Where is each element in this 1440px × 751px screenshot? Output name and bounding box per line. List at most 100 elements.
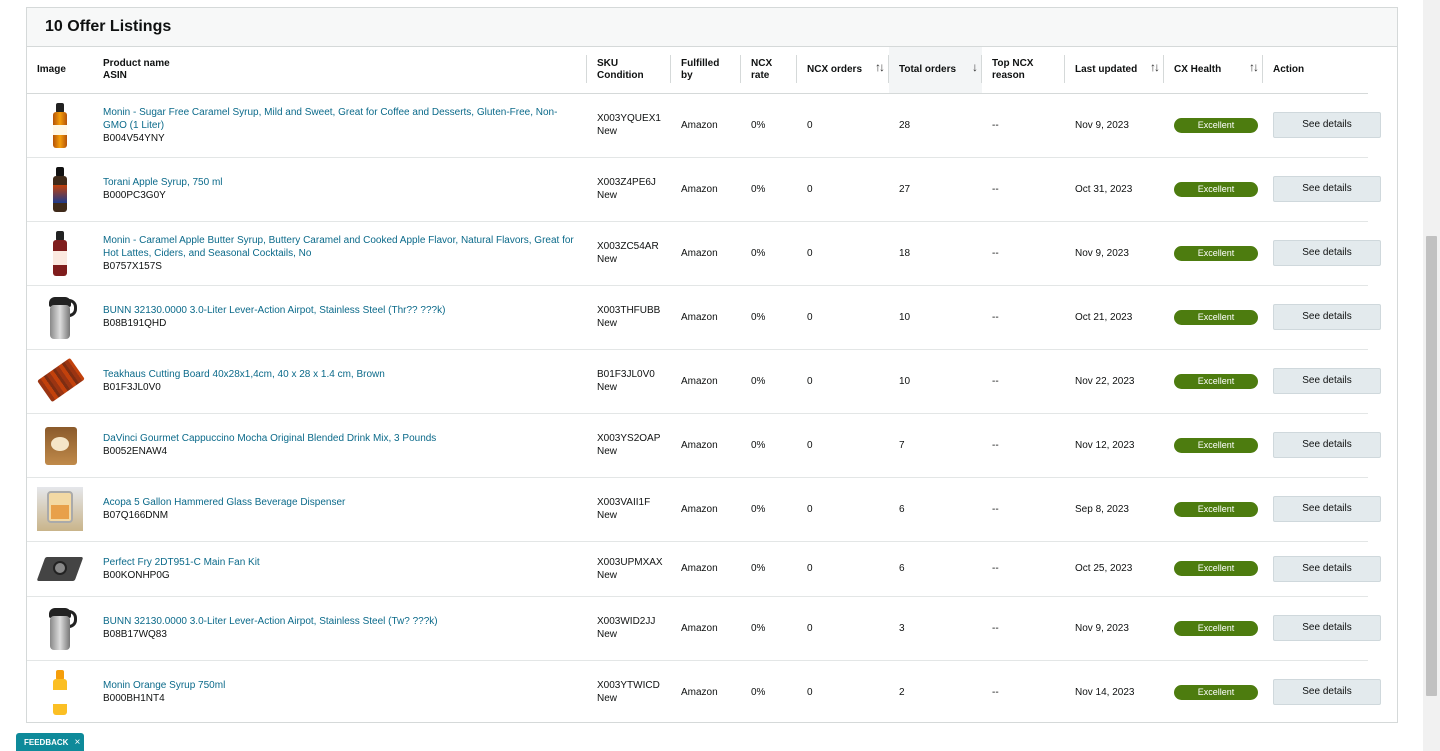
total-orders-cell: 6 bbox=[889, 541, 982, 597]
col-sku: SKU Condition bbox=[587, 47, 671, 94]
col-top-ncx-reason: Top NCX reason bbox=[982, 47, 1065, 94]
fulfilled-by-cell: Amazon bbox=[671, 93, 741, 158]
sku-text: X003Z4PE6J bbox=[597, 177, 656, 188]
total-orders-cell: 27 bbox=[889, 157, 982, 222]
see-details-button[interactable]: See details bbox=[1273, 112, 1381, 138]
total-orders-cell: 10 bbox=[889, 285, 982, 350]
sku-cell: X003YQUEX1 New bbox=[587, 93, 671, 158]
ncx-orders-cell: 0 bbox=[807, 686, 813, 698]
syrup-bottle-red-icon[interactable] bbox=[37, 229, 83, 277]
asin-text: B08B191QHD bbox=[103, 318, 167, 329]
action-cell: See details bbox=[1263, 477, 1381, 542]
sku-text: X003YQUEX1 bbox=[597, 113, 661, 124]
cx-health-cell: Excellent bbox=[1164, 349, 1263, 414]
product-name-link[interactable]: BUNN 32130.0000 3.0-Liter Lever-Action A… bbox=[103, 615, 577, 628]
scrollbar-thumb[interactable] bbox=[1426, 236, 1437, 696]
close-icon[interactable]: × bbox=[74, 737, 80, 748]
see-details-button[interactable]: See details bbox=[1273, 240, 1381, 266]
product-name-link[interactable]: DaVinci Gourmet Cappuccino Mocha Origina… bbox=[103, 432, 577, 445]
see-details-button[interactable]: See details bbox=[1273, 555, 1381, 582]
col-ncx-orders[interactable]: NCX orders ↑↓ bbox=[797, 47, 889, 94]
action-cell: See details bbox=[1263, 596, 1381, 661]
ncx-rate-cell: 0% bbox=[741, 349, 797, 414]
asin-text: B0757X157S bbox=[103, 260, 162, 272]
table-row: Monin - Caramel Apple Butter Syrup, Butt… bbox=[27, 221, 1440, 286]
see-details-button[interactable]: See details bbox=[1273, 368, 1381, 394]
offer-listings-table: Image Product name ASIN SKU Condition Fu… bbox=[27, 47, 1440, 724]
product-name-link[interactable]: Monin Orange Syrup 750ml bbox=[103, 679, 577, 692]
table-row: Monin - Sugar Free Caramel Syrup, Mild a… bbox=[27, 93, 1440, 158]
table-row: Monin Orange Syrup 750ml B000BH1NT4 X003YT… bbox=[27, 660, 1440, 724]
beverage-dispenser-icon[interactable] bbox=[37, 485, 83, 533]
drink-mix-bag-icon[interactable] bbox=[37, 421, 83, 469]
syrup-bottle-orange-icon[interactable] bbox=[37, 668, 83, 716]
cx-health-cell: Excellent bbox=[1164, 221, 1263, 286]
airpot-icon[interactable] bbox=[37, 604, 83, 652]
col-cx-health[interactable]: CX Health ↑↓ bbox=[1164, 47, 1263, 94]
sort-arrows-icon[interactable]: ↑↓ bbox=[875, 61, 885, 73]
syrup-bottle-amber-icon[interactable] bbox=[37, 101, 83, 149]
last-updated-cell: Oct 25, 2023 bbox=[1065, 541, 1164, 597]
col-last-updated[interactable]: Last updated ↑↓ bbox=[1065, 47, 1164, 94]
product-cell: Perfect Fry 2DT951-C Main Fan Kit B00KONH… bbox=[93, 541, 587, 597]
see-details-button[interactable]: See details bbox=[1273, 176, 1381, 202]
sort-arrows-icon[interactable]: ↑↓ bbox=[1249, 61, 1259, 73]
product-name-link[interactable]: Acopa 5 Gallon Hammered Glass Beverage D… bbox=[103, 496, 577, 509]
fan-kit-icon[interactable] bbox=[36, 545, 84, 593]
sku-text: X003UPMXAX bbox=[597, 556, 663, 568]
product-cell: Monin - Caramel Apple Butter Syrup, Butt… bbox=[93, 221, 587, 286]
ncx-rate-cell: 0% bbox=[741, 541, 797, 597]
feedback-tab[interactable]: FEEDBACK × bbox=[16, 733, 84, 751]
product-name-link[interactable]: Torani Apple Syrup, 750 ml bbox=[103, 176, 577, 189]
vertical-scrollbar[interactable] bbox=[1423, 0, 1440, 751]
last-updated-cell: Oct 31, 2023 bbox=[1065, 157, 1164, 222]
top-ncx-reason-cell: -- bbox=[982, 93, 1065, 158]
cx-health-cell: Excellent bbox=[1164, 285, 1263, 350]
ncx-orders-cell: 0 bbox=[797, 221, 889, 286]
asin-text: B0052ENAW4 bbox=[103, 446, 168, 457]
see-details-button[interactable]: See details bbox=[1273, 432, 1381, 458]
product-cell: BUNN 32130.0000 3.0-Liter Lever-Action A… bbox=[93, 285, 587, 350]
cutting-board-icon[interactable] bbox=[37, 357, 85, 405]
see-details-button[interactable]: See details bbox=[1273, 496, 1381, 522]
see-details-button[interactable]: See details bbox=[1273, 615, 1381, 641]
see-details-button[interactable]: See details bbox=[1273, 304, 1381, 330]
product-name-link[interactable]: BUNN 32130.0000 3.0-Liter Lever-Action A… bbox=[103, 304, 577, 317]
feedback-label[interactable]: FEEDBACK bbox=[24, 738, 68, 747]
product-name-link[interactable]: Teakhaus Cutting Board 40x28x1,4cm, 40 x… bbox=[103, 368, 577, 381]
see-details-button[interactable]: See details bbox=[1273, 679, 1381, 706]
action-cell: See details bbox=[1263, 413, 1381, 478]
syrup-bottle-dark-icon[interactable] bbox=[37, 165, 83, 213]
top-ncx-reason-cell: -- bbox=[982, 541, 1065, 597]
fulfilled-by-cell: Amazon bbox=[681, 686, 718, 698]
panel-title: 10 Offer Listings bbox=[45, 18, 172, 35]
top-ncx-reason-cell: -- bbox=[982, 596, 1065, 661]
status-badge: Excellent bbox=[1174, 373, 1258, 389]
ncx-rate-cell: 0% bbox=[741, 157, 797, 222]
sku-cell: X003THFUBB New bbox=[587, 285, 671, 350]
total-orders-cell: 7 bbox=[889, 413, 982, 478]
col-total-orders[interactable]: Total orders ↓ bbox=[889, 47, 982, 94]
fulfilled-by-cell: Amazon bbox=[671, 477, 741, 542]
total-orders-cell: 3 bbox=[889, 596, 982, 661]
action-cell: See details bbox=[1263, 157, 1381, 222]
status-badge: Excellent bbox=[1174, 245, 1258, 261]
table-header-row: Image Product name ASIN SKU Condition Fu… bbox=[27, 47, 1440, 94]
ncx-orders-cell: 0 bbox=[797, 541, 889, 597]
product-cell: BUNN 32130.0000 3.0-Liter Lever-Action A… bbox=[93, 596, 587, 661]
product-name-link[interactable]: Monin - Sugar Free Caramel Syrup, Mild a… bbox=[103, 106, 577, 132]
product-cell: Acopa 5 Gallon Hammered Glass Beverage D… bbox=[93, 477, 587, 542]
product-name-link[interactable]: Monin - Caramel Apple Butter Syrup, Butt… bbox=[103, 234, 577, 260]
airpot-icon[interactable] bbox=[37, 293, 83, 341]
condition-text: New bbox=[597, 382, 618, 393]
product-name-link[interactable]: Perfect Fry 2DT951-C Main Fan Kit bbox=[103, 556, 577, 569]
sort-arrows-icon[interactable]: ↑↓ bbox=[1150, 61, 1160, 73]
sku-text: X003YS2OAP bbox=[597, 433, 661, 444]
product-cell: DaVinci Gourmet Cappuccino Mocha Origina… bbox=[93, 413, 587, 478]
product-image-cell bbox=[27, 660, 93, 724]
top-ncx-reason-cell: -- bbox=[982, 477, 1065, 542]
table-row: BUNN 32130.0000 3.0-Liter Lever-Action A… bbox=[27, 596, 1440, 661]
sort-down-icon[interactable]: ↓ bbox=[972, 61, 978, 73]
condition-text: New bbox=[597, 693, 618, 705]
table-row: Teakhaus Cutting Board 40x28x1,4cm, 40 x… bbox=[27, 349, 1440, 414]
